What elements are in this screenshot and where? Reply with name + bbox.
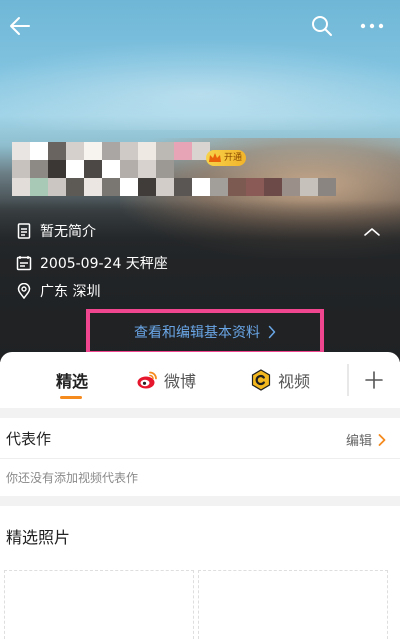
tab-video-label: 视频 bbox=[278, 372, 311, 391]
more-horizontal-icon bbox=[360, 23, 384, 29]
birthday-row: 2005-09-24 天秤座 bbox=[16, 252, 168, 274]
photo-placeholder[interactable] bbox=[198, 570, 388, 639]
works-empty-text: 你还没有添加视频代表作 bbox=[6, 471, 139, 485]
featured-photos-section: 精选照片 bbox=[0, 506, 400, 639]
tab-featured[interactable]: 精选 bbox=[56, 352, 88, 408]
vip-badge[interactable]: 开通 bbox=[206, 150, 247, 166]
edit-profile-link[interactable]: 查看和编辑基本资料 bbox=[134, 322, 276, 342]
tab-video[interactable]: 视频 bbox=[250, 352, 310, 408]
birthday-text: 2005-09-24 天秤座 bbox=[40, 256, 168, 272]
crown-icon bbox=[209, 153, 221, 162]
vip-badge-label: 开通 bbox=[224, 153, 243, 163]
document-icon bbox=[16, 223, 32, 239]
tab-weibo[interactable]: 微博 bbox=[136, 352, 196, 408]
top-bar bbox=[0, 0, 400, 52]
profile-header: 开通 暂无简介 2005-09-24 天秤座 广东 深圳 查看和编辑基本资料 bbox=[0, 0, 400, 362]
representative-works-section: 代表作 编辑 你还没有添加视频代表作 bbox=[0, 418, 400, 496]
video-channel-icon bbox=[250, 369, 272, 391]
plus-icon bbox=[365, 371, 383, 389]
calendar-icon bbox=[16, 255, 32, 271]
edit-profile-highlight: 查看和编辑基本资料 bbox=[86, 309, 324, 355]
location-text: 广东 深圳 bbox=[40, 284, 101, 300]
censored-username-mosaic bbox=[12, 142, 342, 208]
tab-divider bbox=[347, 364, 349, 396]
active-tab-indicator bbox=[60, 396, 82, 399]
weibo-icon bbox=[136, 369, 158, 391]
add-tab-button[interactable] bbox=[360, 364, 388, 396]
chevron-right-icon bbox=[378, 433, 386, 446]
header-cloud-background bbox=[0, 40, 400, 130]
arrow-left-icon bbox=[10, 17, 30, 35]
location-row: 广东 深圳 bbox=[16, 280, 100, 302]
location-pin-icon bbox=[16, 283, 32, 299]
photo-placeholder[interactable] bbox=[4, 570, 194, 639]
profile-tab-bar: 精选 微博 视频 bbox=[0, 352, 400, 408]
chevron-right-icon bbox=[268, 325, 276, 339]
chevron-up-icon bbox=[364, 228, 380, 236]
bio-text: 暂无简介 bbox=[40, 224, 96, 240]
more-button[interactable] bbox=[352, 6, 392, 46]
works-edit-button[interactable]: 编辑 bbox=[346, 430, 386, 449]
collapse-button[interactable] bbox=[362, 224, 386, 242]
back-button[interactable] bbox=[0, 6, 40, 46]
works-edit-label: 编辑 bbox=[346, 434, 373, 449]
tab-featured-label: 精选 bbox=[56, 372, 89, 391]
photos-title: 精选照片 bbox=[6, 528, 71, 547]
search-button[interactable] bbox=[302, 6, 342, 46]
search-icon bbox=[312, 16, 332, 36]
tab-weibo-label: 微博 bbox=[164, 372, 197, 391]
edit-profile-label: 查看和编辑基本资料 bbox=[134, 325, 260, 341]
bio-row: 暂无简介 bbox=[16, 220, 96, 242]
works-title: 代表作 bbox=[6, 430, 52, 448]
section-divider bbox=[0, 458, 400, 459]
